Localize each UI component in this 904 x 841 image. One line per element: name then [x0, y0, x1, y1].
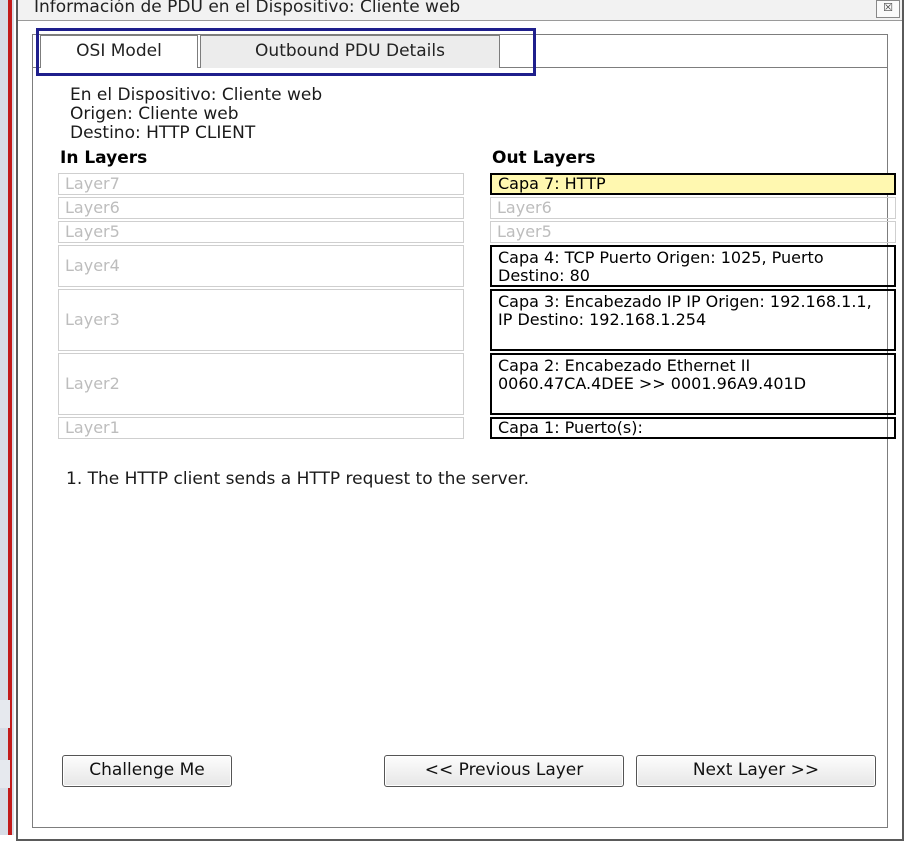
out-layers-heading: Out Layers: [492, 148, 596, 168]
destination-line: Destino: HTTP CLIENT: [70, 123, 256, 143]
in-layer-2[interactable]: Layer2: [58, 353, 464, 415]
tab-outbound-pdu-details[interactable]: Outbound PDU Details: [200, 35, 500, 68]
out-layer-4[interactable]: Capa 4: TCP Puerto Origen: 1025, Puerto …: [490, 245, 896, 287]
out-layer-1[interactable]: Capa 1: Puerto(s):: [490, 417, 896, 439]
out-layer-6[interactable]: Layer6: [490, 197, 896, 219]
title-bar: Información de PDU en el Dispositivo: Cl…: [18, 0, 902, 21]
pdu-info-dialog: Información de PDU en el Dispositivo: Cl…: [16, 0, 904, 841]
out-layer-2[interactable]: Capa 2: Encabezado Ethernet II 0060.47CA…: [490, 353, 896, 415]
out-layer-3[interactable]: Capa 3: Encabezado IP IP Origen: 192.168…: [490, 289, 896, 351]
window-title: Información de PDU en el Dispositivo: Cl…: [34, 0, 461, 17]
in-layers-heading: In Layers: [60, 148, 148, 168]
in-layer-7[interactable]: Layer7: [58, 173, 464, 195]
background-app-fragment: [0, 700, 10, 728]
in-layer-4[interactable]: Layer4: [58, 245, 464, 287]
close-button[interactable]: ☒: [876, 0, 900, 18]
previous-layer-button[interactable]: << Previous Layer: [384, 755, 624, 787]
step-description: 1. The HTTP client sends a HTTP request …: [66, 469, 529, 489]
tab-osi-model[interactable]: OSI Model: [40, 35, 198, 68]
pdu-info-block: En el Dispositivo: Cliente web Origen: C…: [70, 86, 322, 143]
out-layer-5[interactable]: Layer5: [490, 221, 896, 243]
in-layer-6[interactable]: Layer6: [58, 197, 464, 219]
background-app-fragment: [0, 760, 10, 788]
out-layer-7[interactable]: Capa 7: HTTP: [490, 173, 896, 195]
device-line: En el Dispositivo: Cliente web: [70, 85, 323, 105]
next-layer-button[interactable]: Next Layer >>: [636, 755, 876, 787]
in-layer-1[interactable]: Layer1: [58, 417, 464, 439]
challenge-me-button[interactable]: Challenge Me: [62, 755, 232, 787]
in-layer-3[interactable]: Layer3: [58, 289, 464, 351]
origin-line: Origen: Cliente web: [70, 104, 239, 124]
in-layer-5[interactable]: Layer5: [58, 221, 464, 243]
